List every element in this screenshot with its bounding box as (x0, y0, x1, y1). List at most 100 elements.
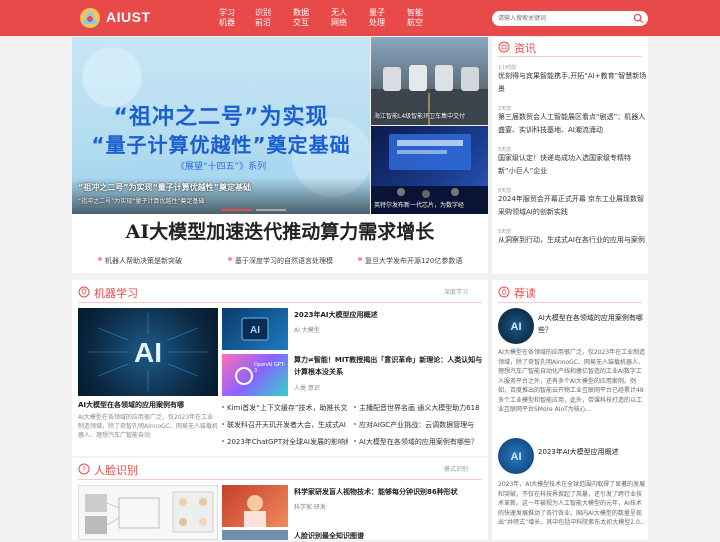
headline-title[interactable]: AI大模型加速迭代推动算力需求增长 (72, 214, 488, 250)
svg-text:AI: AI (511, 451, 522, 463)
recommend-title[interactable]: 2023年AI大模型应用概述 (538, 446, 646, 458)
nav-label: 前沿 (255, 18, 271, 27)
logo-icon (80, 8, 100, 28)
news-item[interactable]: 从洞察到行动，生成式AI在各行业的应用与案例 (498, 234, 648, 247)
ml-feature-image[interactable]: AI (78, 308, 218, 396)
question-icon: ? (78, 463, 90, 475)
search-box (492, 11, 648, 26)
nav-label: 机器 (219, 18, 235, 27)
news-icon (498, 41, 510, 53)
ai-chip-graphic: AI (88, 313, 208, 391)
ml-feature-desc: AI大模型在各领域的应用很广泛，仅2023年在工业制造领域，除了奇智孔明AInn… (78, 414, 218, 439)
nav-label: 处理 (369, 18, 385, 27)
nav-label: 交互 (293, 18, 309, 27)
fire-icon (498, 286, 510, 298)
nav-item-recognition[interactable]: 识别 前沿 (250, 8, 276, 28)
banner-indicator-active[interactable] (222, 209, 252, 211)
svg-text:AI: AI (134, 337, 162, 368)
banner-series-label: 《展望“十四五”》系列 (175, 162, 267, 172)
ml-article-thumb[interactable]: OpenAI GPT-3 (222, 354, 288, 396)
site-logo[interactable]: AIUST (78, 6, 158, 30)
banner-headline-line1: “祖冲之二号”为实现 (113, 105, 329, 130)
nav-label: 学习 (219, 8, 235, 17)
recommend-avatar[interactable]: AI (498, 308, 534, 344)
divider (78, 479, 482, 480)
neural-diagram-graphic (85, 491, 214, 534)
divider (78, 302, 482, 303)
openai-logo-graphic (235, 367, 253, 385)
nav-item-quantum[interactable]: 量子 处理 (364, 8, 390, 28)
ml-more-link[interactable]: 深度学习 (444, 287, 468, 296)
recommend-title[interactable]: AI大模型在各领域的应用案例有哪些？ (538, 312, 646, 336)
nav-label: 数据 (293, 8, 309, 17)
ml-list-item[interactable]: 主播配音世界名画 通义大模型助力618 (354, 403, 484, 413)
banner-side-slide-chip[interactable]: 英特尔发布新一代芯片，为数字经 (371, 126, 488, 214)
news-section-title: 资讯 (514, 42, 536, 55)
svg-text:?: ? (82, 466, 86, 474)
ml-article-tags: 人类 意识 (294, 385, 320, 392)
recommend-avatar[interactable]: AI (498, 438, 534, 474)
divider (498, 56, 642, 57)
ml-list-item[interactable]: 应对AIGC产业挑战：云调数据管理与 (354, 420, 484, 430)
ml-list-item[interactable]: 2023年ChatGPT对全球AI发展的影响和 (222, 437, 348, 447)
face-article-tags: 科学家 研发 (294, 504, 326, 511)
nav-item-machine-learning[interactable]: 学习 机器 (214, 8, 240, 28)
search-icon[interactable] (633, 13, 644, 24)
svg-text:AI: AI (511, 321, 522, 333)
news-item[interactable]: 2024年服贸会开幕正式开幕 京东工业展现数智采购领域AI的创新实践 (498, 193, 648, 219)
banner-side-slide-vehicles[interactable]: 海江智能L4级智能环卫车集中交付 (371, 37, 488, 125)
nav-item-aviation[interactable]: 智能 航空 (402, 8, 428, 28)
news-item[interactable]: 优刻得与宾果智能携手,开拓“AI+教育”智慧新场景 (498, 70, 648, 96)
lab-photo-graphic (244, 495, 266, 527)
ai-avatar-graphic: AI (511, 321, 522, 333)
ml-article-tags: AI 大模型 (294, 327, 320, 334)
banner-side-caption: 海江智能L4级智能环卫车集中交付 (374, 113, 466, 120)
recommend-section-title: 荐读 (514, 287, 536, 300)
thumb-label: OpenAI GPT-3 (254, 362, 286, 374)
news-item[interactable]: 第三届数贸会人工智能展区看点“剧透”：机器人盛宴、实训科技基地、AI潮流涌动 (498, 111, 648, 137)
banner-carousel: “祖冲之二号”为实现 “量子计算优越性”奠定基础 《展望“十四五”》系列 “祖冲… (72, 37, 488, 214)
nav-label: 网络 (331, 18, 347, 27)
face-article-thumb[interactable] (222, 530, 288, 540)
banner-main-slide[interactable]: “祖冲之二号”为实现 “量子计算优越性”奠定基础 《展望“十四五”》系列 “祖冲… (72, 37, 370, 214)
ml-list-item[interactable]: AI大模型在各领域的应用案例有哪些？ (354, 437, 484, 447)
ml-section-title: 机器学习 (94, 287, 138, 300)
banner-headline-line2: “量子计算优越性”奠定基础 (91, 133, 351, 157)
face-article-title[interactable]: 人脸识别最全知识图谱 (294, 530, 484, 542)
logo-text: AIUST (106, 9, 151, 25)
divider (498, 302, 642, 303)
svg-text:AI: AI (250, 325, 260, 336)
nav-item-data[interactable]: 数据 交互 (288, 8, 314, 28)
ticker-item[interactable]: 机器人帮助决策是新突破 (98, 256, 182, 266)
face-more-link[interactable]: 模式识别 (444, 464, 468, 473)
nav-label: 无人 (331, 8, 347, 17)
ml-feature-title[interactable]: AI大模型在各领域的应用案例有哪 (78, 399, 218, 411)
nav-label: 识别 (255, 8, 271, 17)
ai-board-graphic: AI (241, 317, 269, 341)
bulb-icon (78, 286, 90, 298)
ticker-item[interactable]: 复旦大学发布开源120亿参数语 (357, 256, 462, 266)
ml-list-item[interactable]: 联发科召开天玑开发者大会，生成式AI (222, 420, 348, 430)
face-article-title[interactable]: 科学家研发盲人视物技术：能够每分钟识别86种形状 (294, 486, 484, 498)
recommend-desc: 2023年，AI大模型技术在全球范围内取得了显著的发展和突破，不仅在科技界掀起了… (498, 481, 646, 526)
ml-list-item[interactable]: Kimi首发“上下文缓存”技术，助推长文 (222, 403, 348, 413)
banner-side-caption: 英特尔发布新一代芯片，为数字经 (374, 202, 465, 209)
nav-label: 智能 (407, 8, 423, 17)
nav-label: 量子 (369, 8, 385, 17)
ml-article-thumb[interactable]: AI (222, 308, 288, 350)
ticker-item[interactable]: 基于深度学习的自然语言处理模 (228, 256, 333, 266)
search-input[interactable] (498, 13, 628, 24)
news-item[interactable]: 国家级认定！快递岛成功入选国家级专精特新“小巨人”企业 (498, 152, 648, 178)
nav-item-unmanned[interactable]: 无人 网络 (326, 8, 352, 28)
ml-article-title[interactable]: 算力≠智能！MIT教授揭出「意识革命」新理论：人类认知与计算根本没关系 (294, 354, 484, 378)
nav-label: 航空 (407, 18, 423, 27)
ai-avatar-graphic: AI (511, 451, 522, 463)
face-section-title: 人脸识别 (94, 464, 138, 477)
ml-article-title[interactable]: 2023年AI大模型应用概述 (294, 309, 484, 321)
face-article-thumb[interactable] (222, 485, 288, 527)
headline-ticker: 机器人帮助决策是新突破 基于深度学习的自然语言处理模 复旦大学发布开源120亿参… (72, 250, 488, 273)
recommend-desc: AI大模型在各领域的应用很广泛，仅2023年在工业制造领域，除了奇智孔明AInn… (498, 349, 646, 413)
face-feature-image[interactable] (78, 485, 218, 540)
banner-caption-small: “祖冲之二号”为实现“量子计算优越性”奠定基础 (78, 198, 205, 205)
banner-indicator[interactable] (256, 209, 286, 211)
